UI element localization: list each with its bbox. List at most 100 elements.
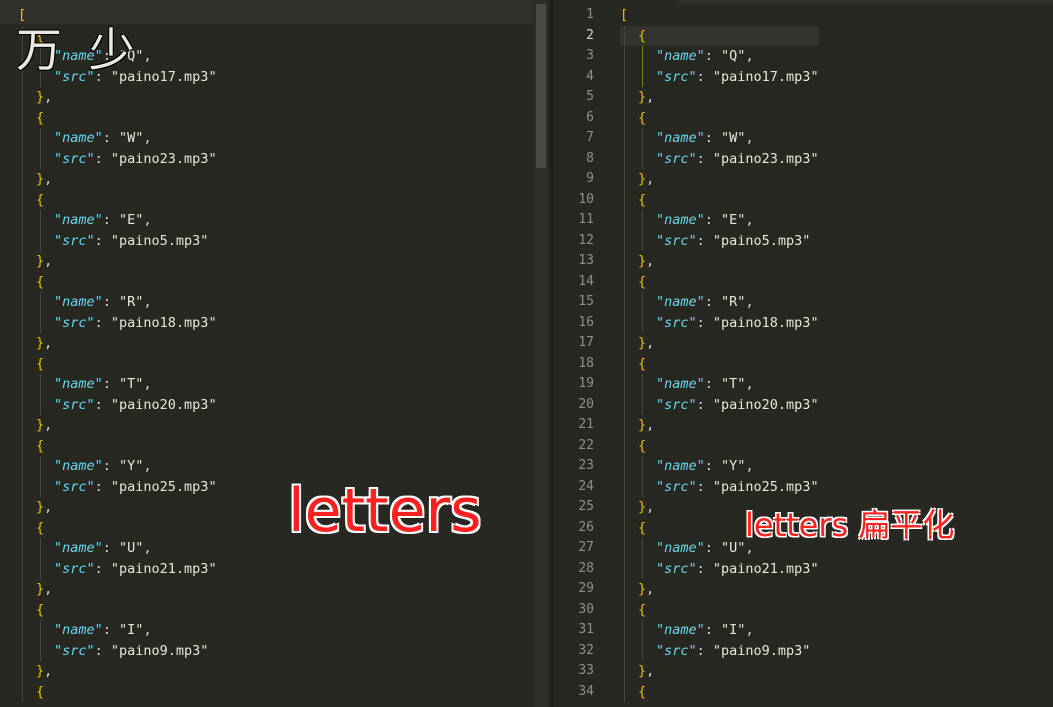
code-line[interactable]: "name": "Y",: [18, 456, 217, 477]
left-scrollbar[interactable]: [534, 0, 548, 707]
code-line[interactable]: {: [620, 354, 819, 375]
code-line[interactable]: "name": "W",: [18, 128, 217, 149]
code-line[interactable]: },: [18, 415, 217, 436]
code-line[interactable]: },: [18, 661, 217, 682]
line-number-gutter: 1 2 3 4 5 6 7 8 9 10 11 12 13 14 15 16 17 18 19 20 21 22 23 24 2…: [554, 5, 594, 702]
right-editor-pane[interactable]: 1 2 3 4 5 6 7 8 9 10 11 12 13 14 15 16 17 18 19 20 21 22 23 24 2…: [554, 0, 1053, 707]
json-string-value: "paino20.mp3": [110, 396, 217, 413]
code-line[interactable]: {: [18, 682, 217, 703]
colon: :: [696, 642, 713, 659]
code-line[interactable]: "src": "paino18.mp3": [620, 313, 819, 334]
json-string-value: "E": [119, 212, 144, 228]
code-line[interactable]: "src": "paino9.mp3": [620, 641, 819, 662]
code-line[interactable]: {: [18, 108, 217, 129]
indent-guide: [642, 456, 643, 497]
code-line[interactable]: "src": "paino5.mp3": [620, 231, 819, 252]
json-key: "src": [54, 560, 95, 577]
line-number: 26: [578, 519, 594, 535]
code-line[interactable]: },: [18, 333, 217, 354]
code-line[interactable]: "name": "E",: [620, 210, 819, 231]
code-line[interactable]: "src": "paino21.mp3": [620, 559, 819, 580]
left-scrollbar-thumb[interactable]: [536, 4, 546, 168]
code-line[interactable]: [: [620, 5, 819, 26]
comma: ,: [44, 417, 53, 433]
code-line[interactable]: },: [620, 579, 819, 600]
json-key: "name": [656, 540, 705, 556]
code-line[interactable]: {: [620, 600, 819, 621]
code-line[interactable]: "name": "T",: [620, 374, 819, 395]
json-string-value: "U": [721, 540, 746, 556]
code-line[interactable]: },: [18, 497, 217, 518]
code-line[interactable]: "name": "I",: [18, 620, 217, 641]
json-string-value: "paino21.mp3": [712, 560, 819, 577]
code-line[interactable]: },: [620, 87, 819, 108]
comma: ,: [44, 581, 53, 597]
code-line[interactable]: },: [620, 251, 819, 272]
code-line[interactable]: {: [18, 190, 217, 211]
code-line[interactable]: "name": "Q",: [620, 46, 819, 67]
code-line[interactable]: "src": "paino21.mp3": [18, 559, 217, 580]
line-number: 19: [578, 376, 594, 391]
code-line[interactable]: {: [620, 436, 819, 457]
code-line[interactable]: "src": "paino23.mp3": [18, 149, 217, 170]
comma: ,: [646, 417, 655, 433]
code-line[interactable]: "name": "T",: [18, 374, 217, 395]
code-line[interactable]: {: [18, 354, 217, 375]
code-line[interactable]: {: [620, 682, 819, 703]
object-close-brace: }: [36, 499, 45, 515]
code-line[interactable]: {: [620, 108, 819, 129]
code-line[interactable]: {: [620, 272, 819, 293]
comma: ,: [44, 89, 53, 105]
code-line[interactable]: {: [18, 600, 217, 621]
colon: :: [696, 150, 713, 167]
code-line[interactable]: {: [18, 272, 217, 293]
code-line[interactable]: },: [620, 415, 819, 436]
code-line[interactable]: "src": "paino23.mp3": [620, 149, 819, 170]
code-line[interactable]: "src": "paino18.mp3": [18, 313, 217, 334]
object-open-brace: {: [36, 601, 45, 618]
line-number: 3: [586, 48, 594, 63]
comma: ,: [745, 622, 754, 638]
code-line[interactable]: "src": "paino17.mp3": [620, 67, 819, 88]
code-line[interactable]: "name": "Y",: [620, 456, 819, 477]
object-open-brace: {: [638, 273, 647, 290]
comma: ,: [143, 376, 152, 392]
code-line[interactable]: "name": "U",: [18, 538, 217, 559]
comma: ,: [143, 130, 152, 146]
code-line[interactable]: "src": "paino25.mp3": [18, 477, 217, 498]
object-open-brace: {: [638, 601, 647, 618]
line-number: 7: [586, 130, 594, 145]
left-code-area[interactable]: [{"name": "Q", "src": "paino17.mp3"},{"na…: [18, 5, 217, 702]
code-line[interactable]: "name": "R",: [620, 292, 819, 313]
json-key: "src": [54, 150, 95, 167]
code-line[interactable]: "src": "paino9.mp3": [18, 641, 217, 662]
code-line[interactable]: "name": "W",: [620, 128, 819, 149]
colon: :: [704, 294, 722, 310]
code-line[interactable]: },: [18, 251, 217, 272]
code-line[interactable]: "name": "R",: [18, 292, 217, 313]
code-line[interactable]: "name": "E",: [18, 210, 217, 231]
indent-guide: [642, 538, 643, 579]
code-line[interactable]: },: [18, 169, 217, 190]
code-line[interactable]: },: [620, 333, 819, 354]
code-line[interactable]: "name": "I",: [620, 620, 819, 641]
code-line[interactable]: },: [620, 169, 819, 190]
code-line[interactable]: {: [620, 25, 819, 46]
right-code-area[interactable]: [{"name": "Q", "src": "paino17.mp3"},{"na…: [620, 5, 819, 702]
code-line[interactable]: },: [18, 87, 217, 108]
code-line[interactable]: "src": "paino25.mp3": [620, 477, 819, 498]
code-line[interactable]: {: [18, 518, 217, 539]
code-line[interactable]: "src": "paino20.mp3": [18, 395, 217, 416]
json-string-value: "paino21.mp3": [110, 560, 217, 577]
json-string-value: "paino17.mp3": [712, 68, 819, 85]
left-editor-pane[interactable]: [{"name": "Q", "src": "paino17.mp3"},{"na…: [0, 0, 550, 707]
code-line[interactable]: "src": "paino20.mp3": [620, 395, 819, 416]
object-open-brace: {: [36, 683, 45, 700]
code-line[interactable]: },: [18, 579, 217, 600]
line-number: 28: [578, 560, 594, 576]
code-line[interactable]: {: [620, 190, 819, 211]
code-line[interactable]: {: [18, 436, 217, 457]
code-line[interactable]: },: [620, 661, 819, 682]
code-line[interactable]: "src": "paino5.mp3": [18, 231, 217, 252]
colon: :: [696, 396, 713, 413]
